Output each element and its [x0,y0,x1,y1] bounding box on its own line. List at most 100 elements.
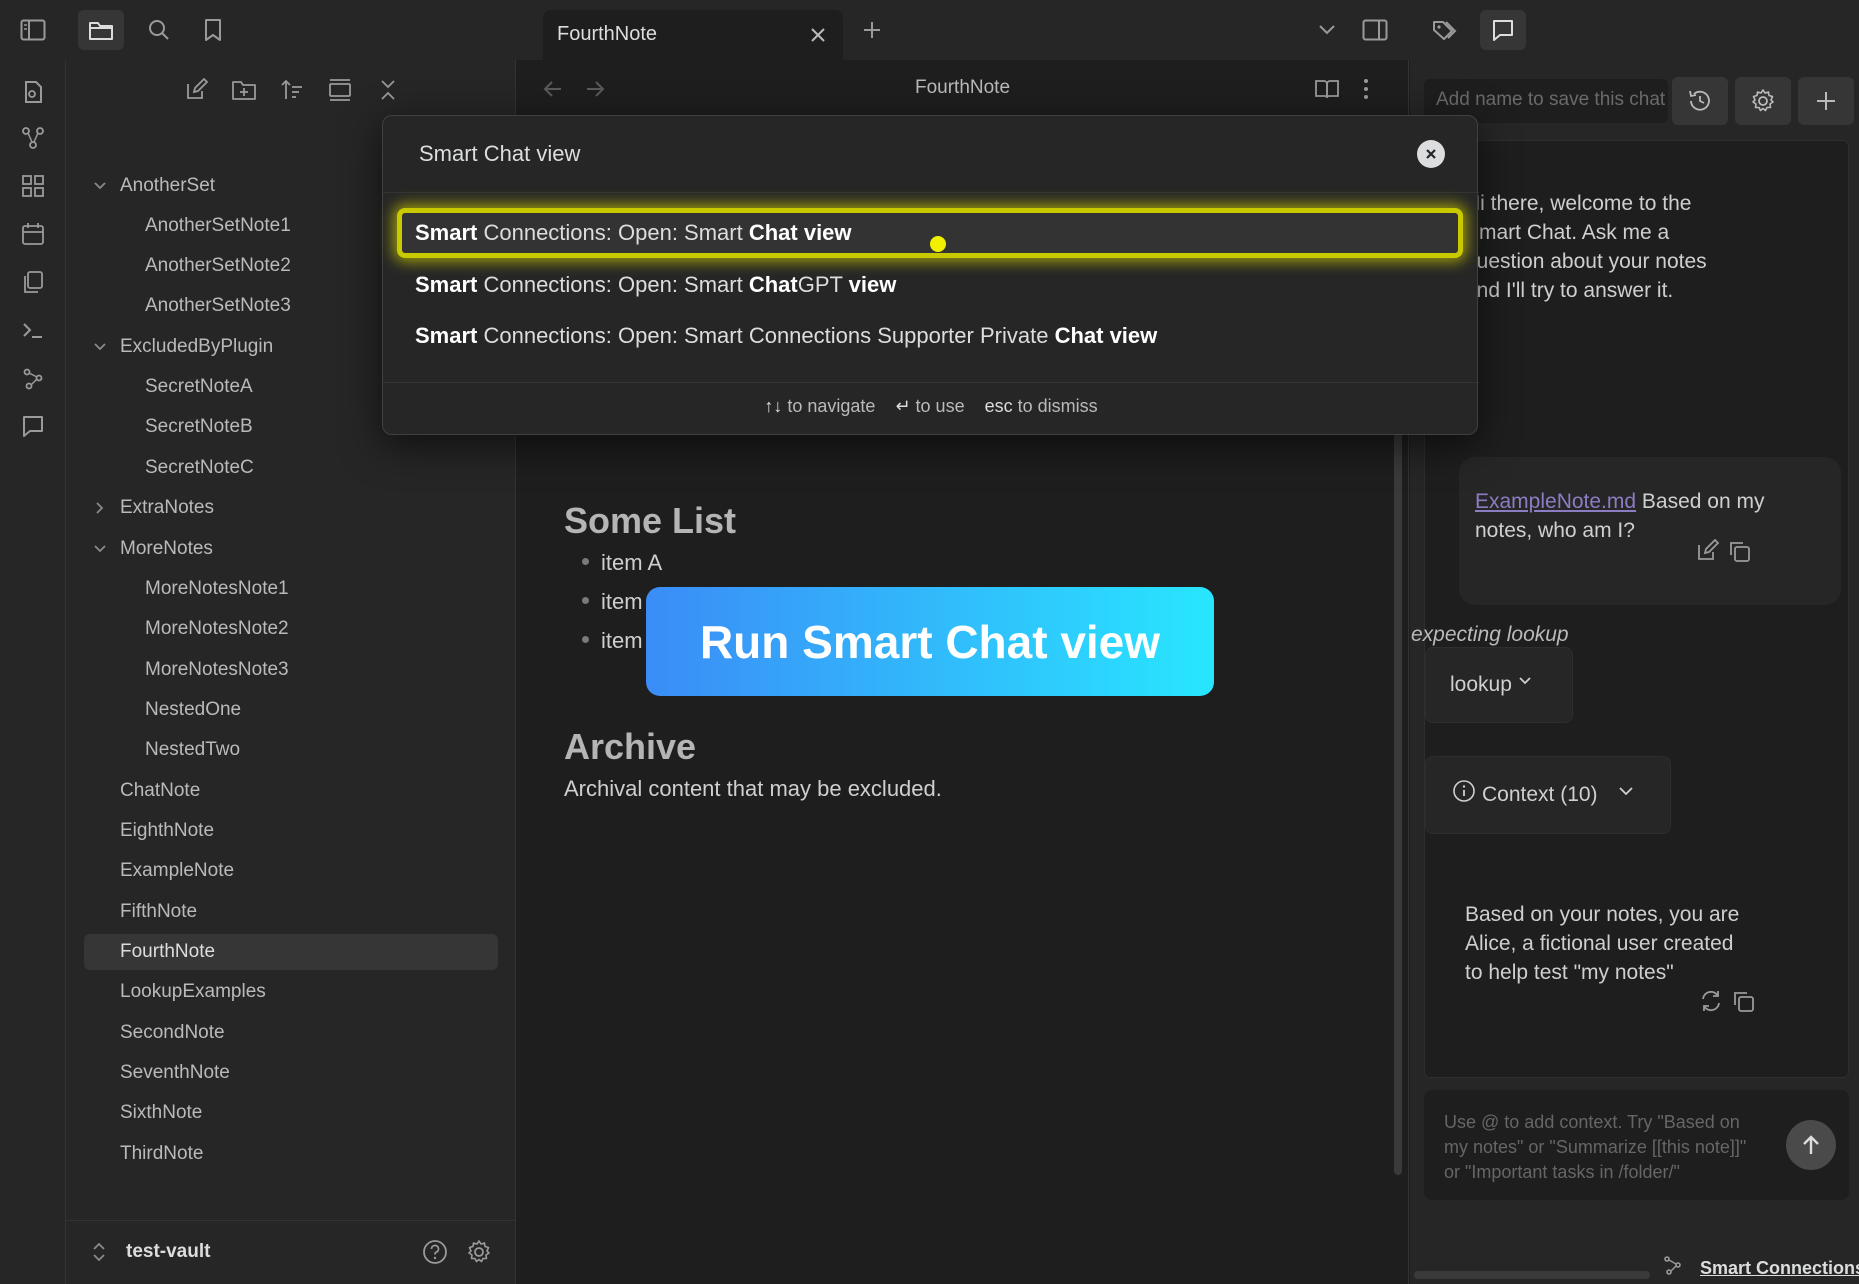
note-title[interactable]: FourthNote [516,77,1409,99]
search-icon [149,20,169,40]
settings-button[interactable] [466,1239,492,1265]
help-button[interactable] [422,1239,448,1265]
open-quick-switcher-button[interactable] [13,72,53,112]
open-daily-note-button[interactable] [13,214,53,254]
match-text: Chat [748,272,798,297]
list-item: item [582,589,643,615]
file-sixthnote[interactable]: SixthNote [84,1095,202,1131]
open-graph-view-button[interactable] [13,118,53,158]
note-link[interactable]: ExampleNote.md [1475,490,1636,513]
command-result-supporter-private-chat-view[interactable]: Smart Connections: Open: Smart Connectio… [397,311,1463,361]
copy-message-button[interactable] [1727,539,1751,563]
new-note-button[interactable] [178,72,214,108]
command-result-smart-chatgpt-view[interactable]: Smart Connections: Open: Smart ChatGPT v… [397,260,1463,310]
bookmarks-tab-button[interactable] [190,10,236,50]
enter-key: ↵ [895,396,911,416]
file-fourthnote[interactable]: FourthNote [84,934,498,970]
folder-excludedbyplugin[interactable]: ExcludedByPlugin [84,329,273,365]
file-morenotesnote2[interactable]: MoreNotesNote2 [84,611,289,647]
vault-switcher-button[interactable] [92,1241,106,1263]
folder-morenotes[interactable]: MoreNotes [84,531,213,567]
file-thirdnote[interactable]: ThirdNote [84,1136,203,1172]
file-nestedone[interactable]: NestedOne [84,692,241,728]
assistant-answer-message: Based on your notes, you are Alice, a fi… [1465,903,1740,984]
new-chat-button[interactable] [1798,77,1854,125]
plus-icon [864,22,880,38]
open-command-palette-button[interactable] [13,310,53,350]
file-examplenote[interactable]: ExampleNote [84,853,234,889]
folder-extranotes[interactable]: ExtraNotes [84,490,214,526]
file-search-icon [25,81,42,103]
send-button[interactable] [1786,1120,1836,1170]
tab-list-button[interactable] [1304,10,1350,50]
file-chatnote[interactable]: ChatNote [84,773,200,809]
file-lookupexamples[interactable]: LookupExamples [84,974,266,1010]
open-smart-chat-button[interactable] [13,406,53,446]
context-toggle[interactable]: Context (10) [1425,756,1671,834]
user-message: ExampleNote.md Based on my notes, who am… [1459,457,1841,605]
smart-chat-tab-button[interactable] [1480,10,1526,50]
file-anothersetnote1[interactable]: AnotherSetNote1 [84,208,291,244]
assistant-welcome-message: Hi there, welcome to the Smart Chat. Ask… [1465,192,1707,302]
editor-header: FourthNote [516,60,1409,120]
reading-view-button[interactable] [1314,77,1340,101]
regenerate-button[interactable] [1699,989,1723,1013]
smart-connections-status-link[interactable]: Smart Connections [1700,1258,1859,1279]
bullet-icon [582,635,589,643]
file-nestedtwo[interactable]: NestedTwo [84,732,240,768]
tags-tab-button[interactable] [1422,10,1468,50]
chat-settings-button[interactable] [1735,77,1791,125]
chat-message-input[interactable]: Use @ to add context. Try "Based on my n… [1424,1090,1849,1200]
tab-fourthnote[interactable]: FourthNote [543,10,843,60]
new-folder-button[interactable] [226,72,262,108]
match-text: Smart [415,323,478,348]
smart-connections-icon [23,368,43,390]
bookmark-icon [205,19,221,41]
smart-connections-button[interactable] [13,358,53,398]
command-search-input[interactable]: Smart Chat view [419,141,580,167]
close-icon [811,28,825,42]
files-tab-button[interactable] [78,10,124,50]
chat-history-button[interactable] [1672,77,1728,125]
folder-plus-icon [232,81,256,100]
heading-some-list: Some List [564,500,737,541]
panel-horizontal-scrollbar[interactable] [1414,1271,1650,1279]
toggle-right-sidebar-button[interactable] [1352,10,1398,50]
list-item-text: item A [601,550,663,575]
file-fifthnote[interactable]: FifthNote [84,894,197,930]
file-secretnotea[interactable]: SecretNoteA [84,369,253,405]
toggle-left-sidebar-button[interactable] [10,10,56,50]
file-anothersetnote2[interactable]: AnotherSetNote2 [84,248,291,284]
insert-template-button[interactable] [13,262,53,302]
files-icon [24,271,43,293]
new-tab-button[interactable] [856,14,888,46]
context-label: Context (10) [1482,783,1598,806]
folder-anotherset[interactable]: AnotherSet [84,168,215,204]
tree-item-label: MoreNotesNote2 [145,618,289,639]
edit-message-button[interactable] [1695,539,1719,563]
clear-search-button[interactable] [1417,140,1445,168]
search-tab-button[interactable] [136,10,182,50]
run-action-text: Run Smart Chat view [699,615,1161,668]
file-morenotesnote1[interactable]: MoreNotesNote1 [84,571,289,607]
change-sort-order-button[interactable] [274,72,310,108]
more-options-button[interactable] [1362,77,1370,101]
file-eighthnote[interactable]: EighthNote [84,813,214,849]
copy-answer-button[interactable] [1731,989,1755,1013]
file-seventhnote[interactable]: SeventhNote [84,1055,230,1091]
vault-name[interactable]: test-vault [126,1241,210,1263]
match-text: view [848,272,897,297]
divider [383,382,1479,383]
file-secondnote[interactable]: SecondNote [84,1015,225,1051]
open-canvas-button[interactable] [13,166,53,206]
auto-reveal-button[interactable] [322,72,358,108]
file-morenotesnote3[interactable]: MoreNotesNote3 [84,652,289,688]
file-secretnoteb[interactable]: SecretNoteB [84,409,253,445]
command-result-smart-chat-view[interactable]: Smart Connections: Open: Smart Chat view [397,208,1463,258]
file-anothersetnote3[interactable]: AnotherSetNote3 [84,288,291,324]
tab-close-button[interactable] [805,22,831,48]
file-secretnotec[interactable]: SecretNoteC [84,450,254,486]
lookup-toggle[interactable]: lookup [1425,647,1573,723]
collapse-all-button[interactable] [370,72,406,108]
tree-item-label: AnotherSetNote3 [145,295,291,316]
